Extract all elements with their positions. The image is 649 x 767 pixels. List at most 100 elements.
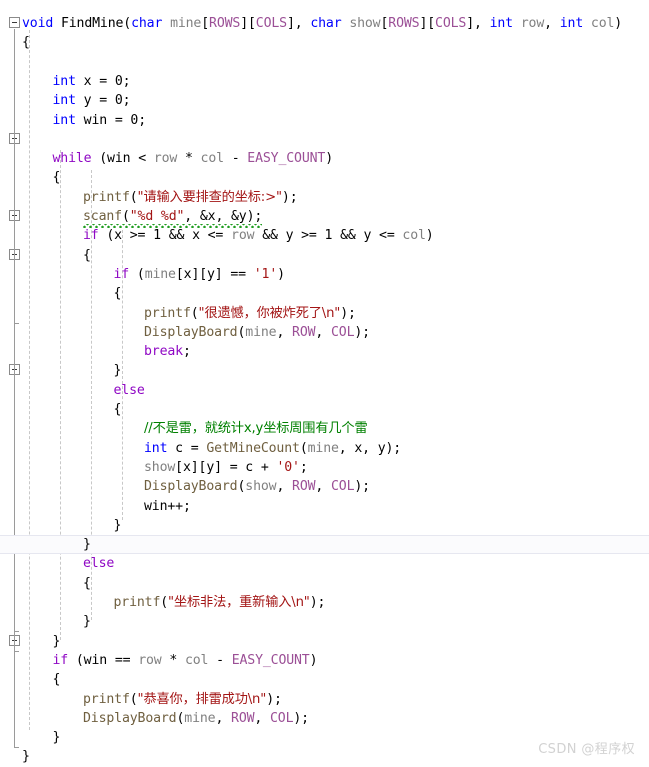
code-token: )	[309, 652, 318, 668]
code-line[interactable]: {	[0, 246, 649, 265]
code-token: {	[83, 575, 91, 591]
code-line[interactable]	[0, 130, 649, 149]
code-line-text: }	[83, 536, 91, 553]
code-token: mine	[307, 440, 339, 456]
code-token: (	[299, 440, 308, 456]
code-token: printf	[113, 595, 161, 610]
code-line-text: if (x >= 1 && x <= row && y >= 1 && y <=…	[83, 226, 434, 245]
code-line[interactable]: show[x][y] = c + '0';	[0, 458, 649, 477]
code-token: ,	[315, 324, 332, 340]
code-token: }	[113, 517, 122, 533]
code-token: DisplayBoard	[83, 710, 177, 726]
code-line[interactable]: scanf("%d %d", &x, &y);	[0, 207, 649, 229]
code-line[interactable]: printf("坐标非法，重新输入\n");	[0, 593, 649, 612]
code-token: -	[208, 652, 232, 668]
code-token: *	[177, 151, 201, 167]
code-line[interactable]: while (win < row * col - EASY_COUNT)	[0, 149, 649, 168]
code-line-text: win++;	[144, 497, 191, 516]
code-token: void	[22, 16, 54, 31]
code-line[interactable]	[0, 53, 649, 72]
code-token: mine	[170, 16, 202, 31]
code-token: {	[22, 35, 30, 51]
code-line-text: if (win == row * col - EASY_COUNT)	[53, 651, 318, 670]
code-token: '1'	[253, 266, 278, 282]
code-token: [x][y] = c +	[175, 459, 277, 475]
code-line-text: show[x][y] = c + '0';	[144, 458, 308, 477]
code-line-text: {	[83, 246, 91, 265]
code-line[interactable]: int win = 0;	[0, 111, 649, 130]
code-token: )	[277, 266, 285, 282]
code-line[interactable]: }	[0, 612, 649, 631]
code-token: ],	[286, 16, 311, 31]
code-token: EASY_COUNT	[247, 151, 326, 167]
code-token: ,	[276, 324, 293, 340]
code-token: [x][y] ==	[175, 266, 254, 282]
code-line-text: DisplayBoard(mine, ROW, COL);	[144, 323, 370, 342]
code-line[interactable]: printf("很遗憾，你被炸死了\n");	[0, 304, 649, 323]
code-line[interactable]: {	[0, 670, 649, 689]
code-token: );	[354, 324, 370, 340]
code-token: (	[123, 16, 132, 31]
code-token: {	[113, 402, 122, 417]
code-line-text: }	[114, 516, 122, 535]
code-line[interactable]: //不是雷，就统计x,y坐标周围有几个雷	[0, 419, 649, 438]
code-token: mine	[245, 324, 277, 340]
code-line-text: {	[53, 168, 61, 187]
code-token: (win ==	[68, 652, 139, 668]
code-token: '0'	[276, 459, 300, 475]
code-line-text: else	[83, 554, 114, 573]
code-line[interactable]: {	[0, 168, 649, 187]
code-token: "%d %d"	[129, 209, 185, 224]
code-token: col	[200, 151, 225, 167]
code-token: printf	[83, 691, 130, 707]
code-token: ][	[240, 16, 256, 31]
code-line[interactable]: else	[0, 554, 649, 573]
code-line[interactable]: if (mine[x][y] == '1')	[0, 265, 649, 284]
code-editor[interactable]: void FindMine(char mine[ROWS][COLS], cha…	[0, 0, 649, 767]
code-line-current[interactable]: }	[0, 535, 649, 555]
code-line-text: }	[114, 361, 122, 380]
code-token: COL	[331, 324, 355, 340]
code-line[interactable]: printf("请输入要排查的坐标:>");	[0, 188, 649, 207]
code-line[interactable]: if (x >= 1 && x <= row && y >= 1 && y <=…	[0, 226, 649, 245]
code-line[interactable]: void FindMine(char mine[ROWS][COLS], cha…	[0, 14, 649, 33]
code-token: ,	[315, 479, 332, 495]
code-token: {	[52, 672, 61, 688]
code-line[interactable]: }	[0, 632, 649, 651]
code-token: printf	[144, 305, 191, 321]
code-token: ,	[215, 710, 232, 726]
code-token: );	[340, 305, 356, 321]
code-line[interactable]: else	[0, 381, 649, 400]
code-line[interactable]: {	[0, 400, 649, 419]
code-line[interactable]: break;	[0, 342, 649, 361]
code-token: "请输入要排查的坐标:>"	[137, 189, 283, 205]
code-line[interactable]: DisplayBoard(show, ROW, COL);	[0, 477, 649, 496]
code-line[interactable]: printf("恭喜你，排雷成功\n");	[0, 690, 649, 709]
code-token: {	[52, 170, 61, 186]
code-token: (	[129, 266, 145, 282]
code-line-text: int c = GetMineCount(mine, x, y);	[144, 439, 401, 458]
code-token: ,	[254, 710, 271, 726]
code-line-text: scanf("%d %d", &x, &y);	[83, 207, 263, 229]
code-token: COLS	[435, 16, 467, 31]
code-line[interactable]: {	[0, 574, 649, 593]
code-line-text: void FindMine(char mine[ROWS][COLS], cha…	[22, 14, 622, 33]
code-line[interactable]: win++;	[0, 497, 649, 516]
code-line-text: {	[53, 670, 61, 689]
code-token: *	[161, 652, 185, 668]
code-line[interactable]: DisplayBoard(mine, ROW, COL);	[0, 323, 649, 342]
code-line[interactable]: DisplayBoard(mine, ROW, COL);	[0, 709, 649, 728]
code-line[interactable]: int x = 0;	[0, 72, 649, 91]
code-line[interactable]: }	[0, 361, 649, 380]
code-token: row	[153, 151, 178, 167]
code-token: }	[113, 363, 122, 379]
code-line-text: {	[22, 33, 30, 52]
code-line[interactable]: int c = GetMineCount(mine, x, y);	[0, 439, 649, 458]
code-line[interactable]: int y = 0;	[0, 91, 649, 110]
code-line[interactable]: {	[0, 284, 649, 303]
code-line[interactable]: if (win == row * col - EASY_COUNT)	[0, 651, 649, 670]
code-token: if	[52, 652, 69, 668]
code-line[interactable]: }	[0, 516, 649, 535]
code-line[interactable]: {	[0, 33, 649, 52]
code-token: ,	[276, 479, 293, 495]
